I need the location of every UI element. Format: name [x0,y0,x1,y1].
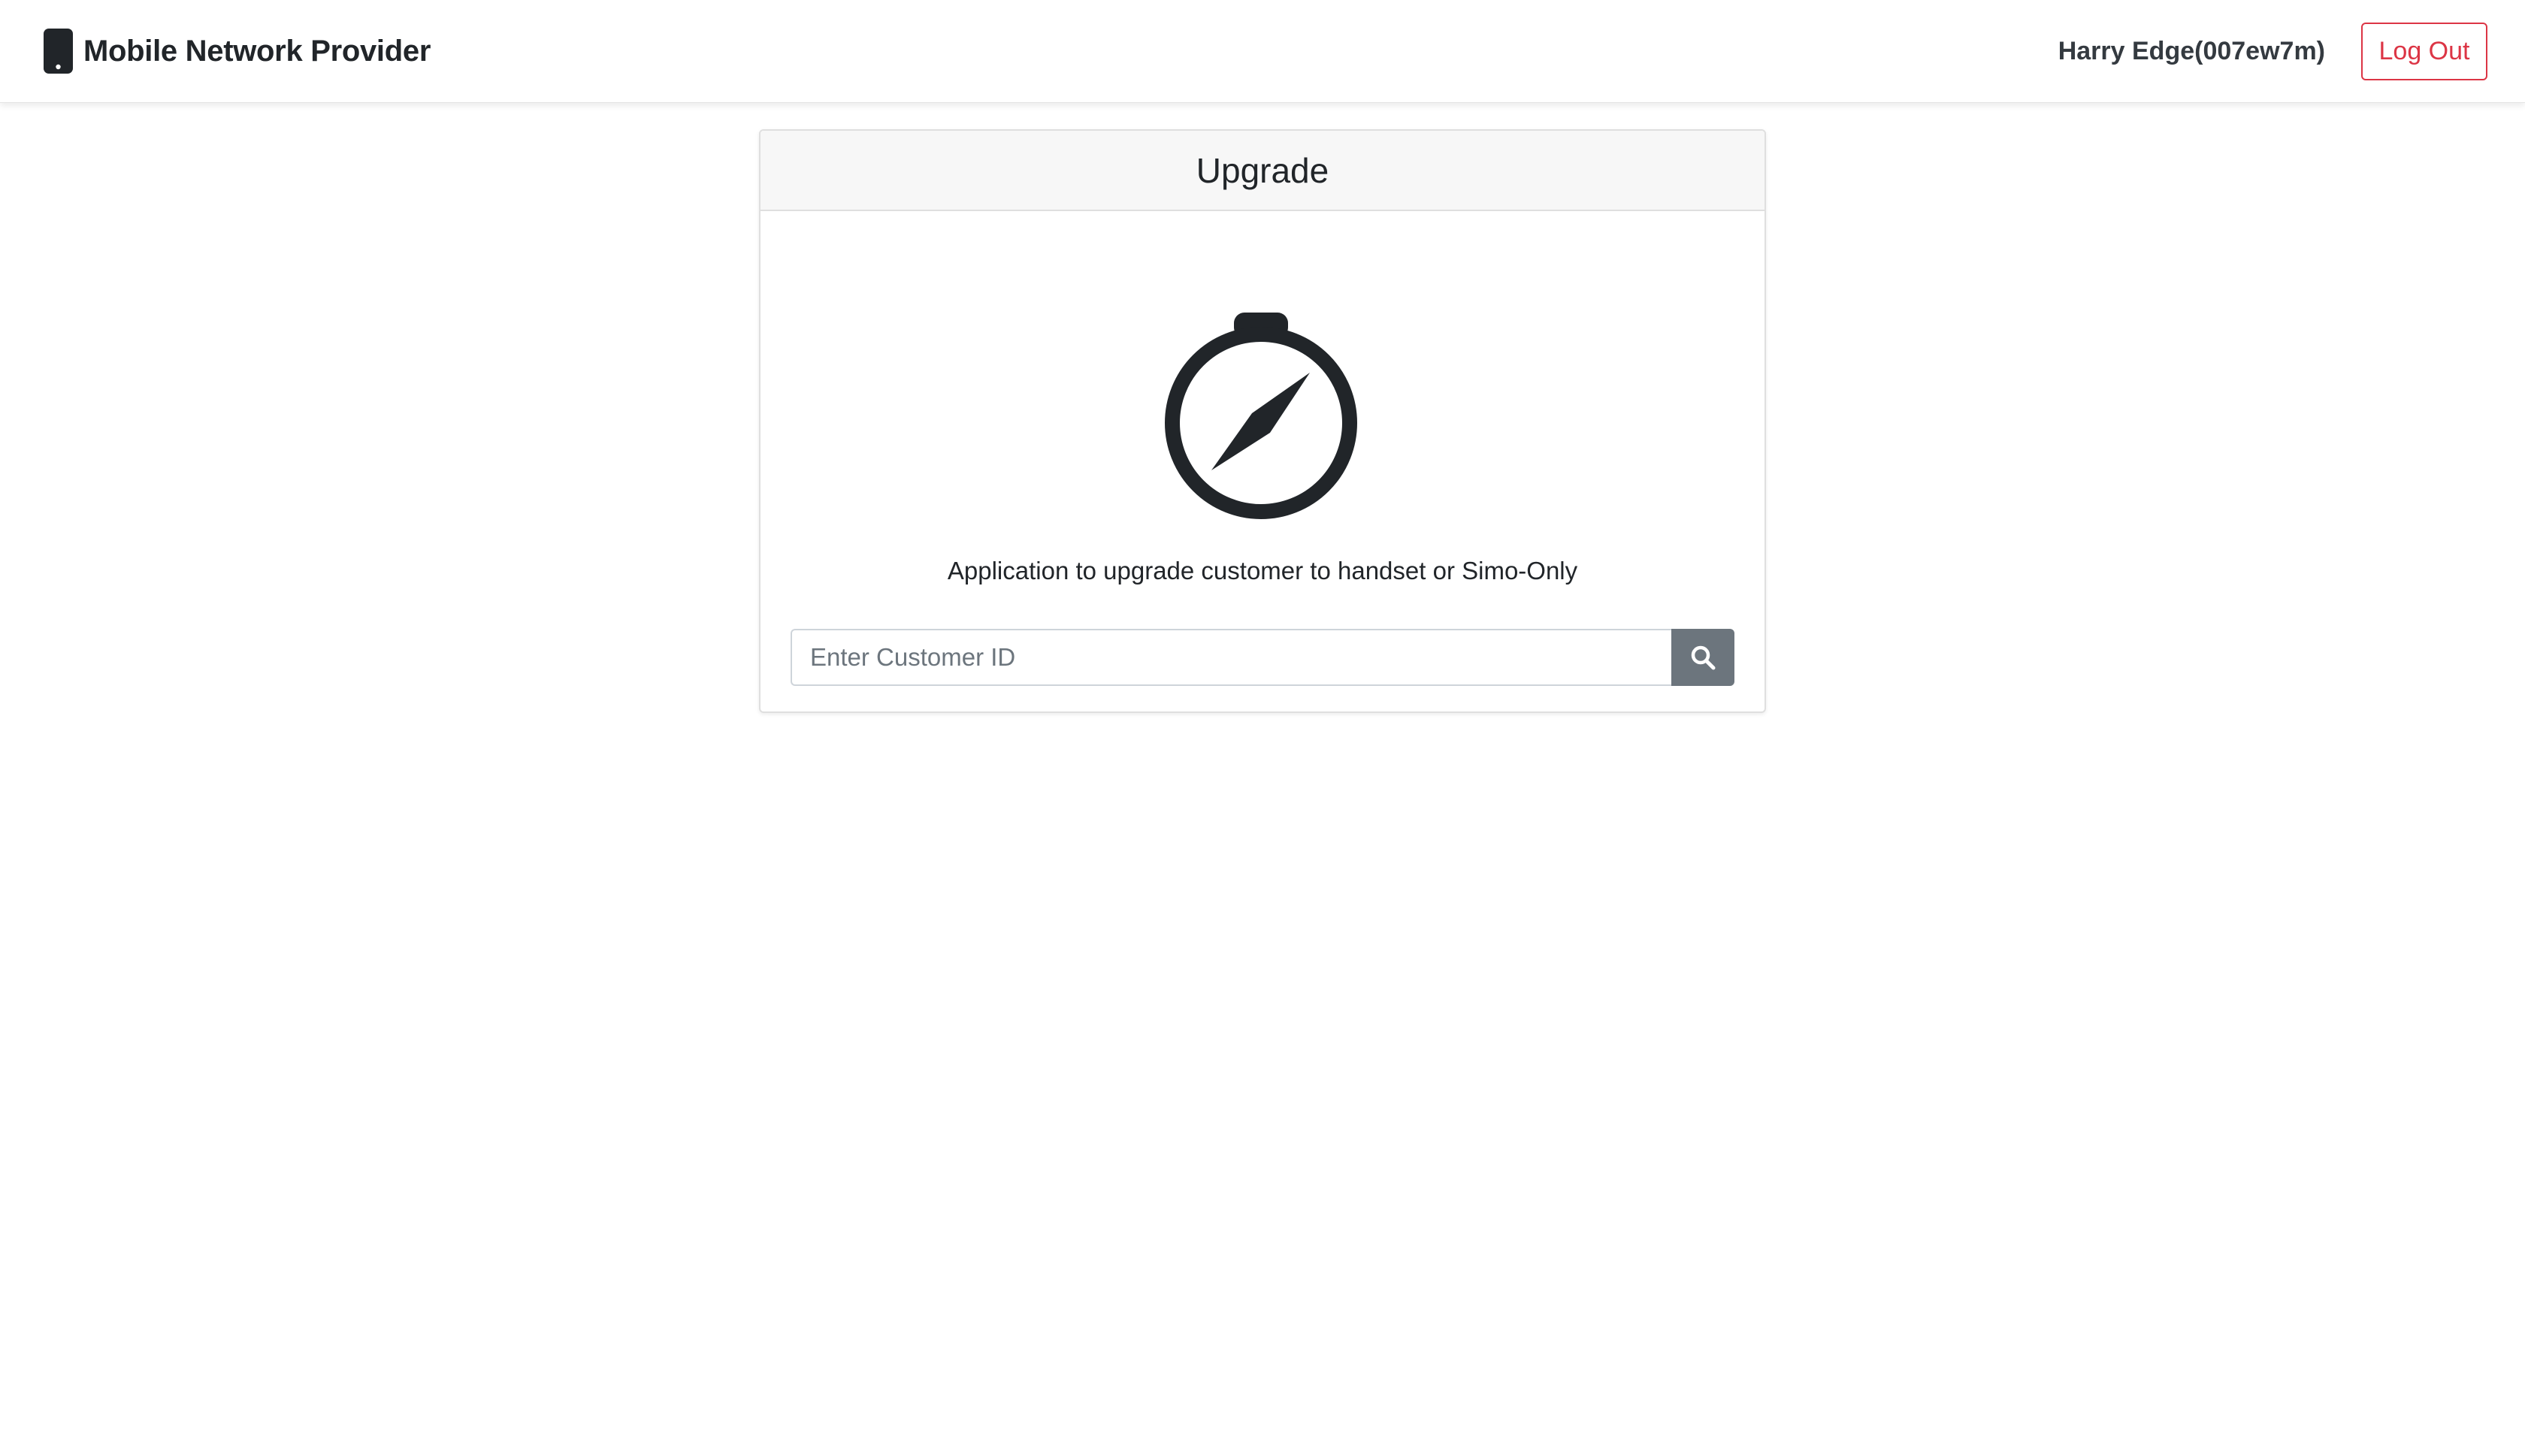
card-body: Application to upgrade customer to hands… [761,211,1764,711]
customer-search-group [791,629,1734,686]
search-icon [1691,645,1716,670]
user-name: Harry Edge(007ew7m) [2058,36,2325,65]
customer-id-input[interactable] [791,629,1671,686]
card-title: Upgrade [1196,150,1329,190]
search-button[interactable] [1671,629,1734,686]
brand-name: Mobile Network Provider [83,34,431,68]
logout-button[interactable]: Log Out [2361,22,2487,80]
brand-link[interactable]: Mobile Network Provider [44,29,431,74]
compass-icon [1165,313,1357,519]
top-navbar: Mobile Network Provider Harry Edge(007ew… [0,0,2525,103]
user-area: Harry Edge(007ew7m) Log Out [2058,22,2487,80]
card-header: Upgrade [761,131,1764,211]
mobile-phone-icon [44,29,73,74]
card-description: Application to upgrade customer to hands… [947,557,1578,585]
upgrade-card: Upgrade Application to upgrade customer … [759,129,1766,713]
